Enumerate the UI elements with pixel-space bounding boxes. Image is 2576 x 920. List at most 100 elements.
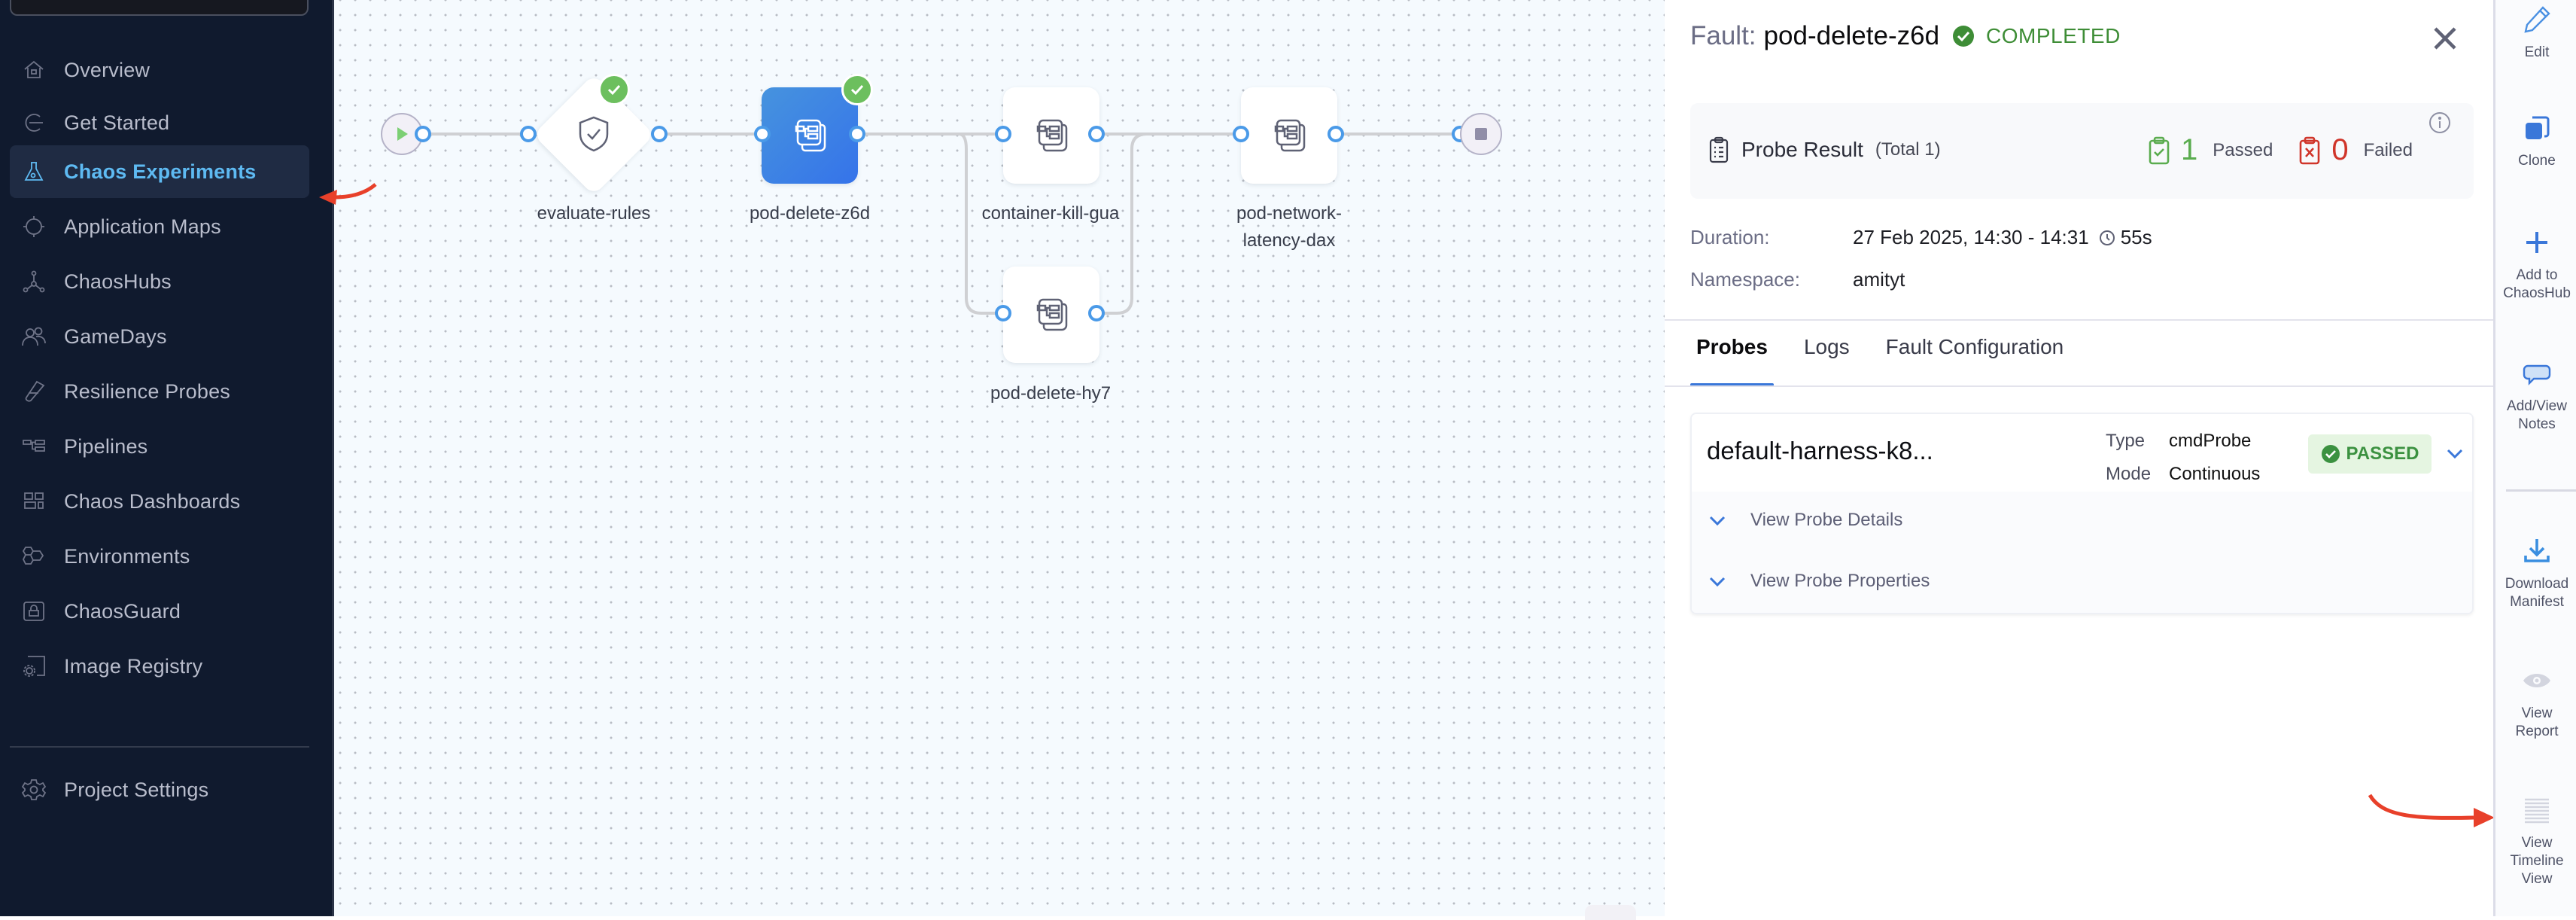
port[interactable] — [995, 305, 1011, 321]
clone-button[interactable]: Clone — [2495, 113, 2576, 170]
sidebar-item-overview[interactable]: Overview — [10, 44, 309, 96]
sidebar-item-image-registry[interactable]: Image Registry — [10, 640, 309, 693]
chevron-down-icon[interactable] — [2444, 443, 2465, 464]
pod-delete-hy7-node[interactable] — [1003, 267, 1099, 363]
edit-button[interactable]: Edit — [2495, 5, 2576, 62]
probe-mode-label: Mode — [2106, 464, 2152, 484]
sidebar-item-project-settings[interactable]: Project Settings — [10, 763, 309, 816]
canvas-control[interactable] — [1585, 905, 1636, 920]
clipboard-icon — [1709, 136, 1729, 163]
fault-icon — [795, 119, 826, 152]
tab-logs[interactable]: Logs — [1798, 335, 1856, 359]
node-label: pod-network- latency-dax — [1236, 203, 1343, 251]
check-icon — [607, 84, 621, 96]
completed-badge — [598, 74, 630, 105]
probe-type-label: Type — [2106, 431, 2146, 451]
clone-icon — [2526, 116, 2550, 139]
right-toolbar: Edit Clone Add to ChaosHub Add/View Note… — [2493, 0, 2576, 916]
eye-icon — [2523, 674, 2550, 687]
view-probe-details-toggle[interactable]: View Probe Details — [1707, 510, 1902, 531]
sidebar-item-label: Pipelines — [64, 434, 148, 458]
port[interactable] — [995, 126, 1011, 142]
namespace-row: Namespace: amityt — [1690, 268, 1905, 291]
close-icon[interactable] — [2432, 26, 2458, 51]
sidebar-item-label: Image Registry — [64, 654, 203, 678]
sidebar-item-label: Resilience Probes — [64, 379, 231, 403]
node-label: container-kill-gua — [981, 203, 1120, 224]
sidebar-item-resilience-probes[interactable]: Resilience Probes — [10, 365, 309, 418]
sidebar-item-environments[interactable]: Environments — [10, 530, 309, 583]
stop-icon — [1475, 128, 1487, 140]
port[interactable] — [849, 126, 865, 142]
fault-name: pod-delete-z6d — [1763, 21, 1940, 50]
annotation-arrow — [2368, 794, 2495, 827]
download-icon — [2524, 539, 2550, 562]
download-manifest-button[interactable]: Download Manifest — [2495, 536, 2576, 611]
port[interactable] — [415, 126, 431, 142]
probe-result-summary: Probe Result (Total 1) 1 Passed 0 Failed — [1690, 103, 2474, 199]
sidebar-item-pipelines[interactable]: Pipelines — [10, 420, 309, 473]
chevron-down-icon — [1709, 516, 1726, 526]
sidebar-item-chaosguard[interactable]: ChaosGuard — [10, 585, 309, 638]
divider — [1665, 385, 2493, 387]
play-icon — [397, 127, 408, 141]
status-badge: COMPLETED — [1986, 24, 2121, 47]
divider — [1665, 319, 2493, 321]
sidebar-item-label: Application Maps — [64, 215, 221, 238]
duration-row: Duration: 27 Feb 2025, 14:30 - 14:31 55s — [1690, 226, 2152, 249]
port[interactable] — [520, 126, 537, 142]
add-to-chaoshub-button[interactable]: Add to ChaosHub — [2495, 227, 2576, 303]
sidebar-item-application-maps[interactable]: Application Maps — [10, 200, 309, 253]
port[interactable] — [1233, 126, 1249, 142]
pod-delete-z6d-node[interactable] — [762, 87, 858, 184]
sidebar-item-gamedays[interactable]: GameDays — [10, 310, 309, 363]
probe-mode-value: Continuous — [2169, 464, 2261, 484]
end-node[interactable] — [1460, 113, 1502, 155]
pipeline-icon — [11, 434, 56, 458]
sidebar-item-label: Environments — [64, 544, 190, 568]
pod-network-latency-dax-node[interactable] — [1241, 87, 1337, 184]
sidebar-item-chaoshubs[interactable]: ChaosHubs — [10, 255, 309, 308]
port[interactable] — [754, 126, 771, 142]
check-icon — [850, 84, 864, 96]
toolbar-divider — [2506, 489, 2576, 492]
sidebar-item-get-started[interactable]: Get Started — [10, 96, 309, 149]
duration-value: 27 Feb 2025, 14:30 - 14:31 — [1853, 226, 2089, 248]
check-circle-icon — [2321, 445, 2340, 463]
sidebar-item-chaos-dashboards[interactable]: Chaos Dashboards — [10, 475, 309, 528]
sidebar-item-label: ChaosHubs — [64, 270, 172, 293]
tab-probes[interactable]: Probes — [1690, 335, 1774, 386]
comment-icon — [2523, 364, 2551, 385]
port[interactable] — [1088, 126, 1105, 142]
sidebar: Overview Get Started Chaos Experiments A… — [0, 0, 334, 916]
sidebar-item-label: ChaosGuard — [64, 599, 181, 623]
fault-icon — [1274, 119, 1306, 152]
view-timeline-view-button[interactable]: View Timeline View — [2495, 795, 2576, 888]
passed-label: Passed — [2213, 139, 2273, 160]
port[interactable] — [1328, 126, 1344, 142]
add-view-notes-button[interactable]: Add/View Notes — [2495, 358, 2576, 434]
probe-result-title: Probe Result — [1741, 138, 1863, 161]
plus-icon — [2526, 232, 2547, 253]
container-kill-gua-node[interactable] — [1003, 87, 1099, 184]
probe-card: default-harness-k8... Type cmdProbe Mode C… — [1690, 413, 2474, 614]
probe-name: default-harness-k8... — [1707, 437, 1933, 465]
home-icon — [11, 58, 56, 82]
port[interactable] — [1088, 305, 1105, 321]
timeline-icon — [2525, 798, 2549, 824]
view-report-button[interactable]: View Report — [2495, 666, 2576, 741]
experiment-canvas[interactable]: evaluate-rules pod-delete-z6d container-… — [319, 0, 1665, 920]
probe-type-value: cmdProbe — [2169, 431, 2252, 451]
panel-tabs: Probes Logs Fault Configuration — [1690, 335, 2094, 386]
duration-label: Duration: — [1690, 226, 1770, 248]
port[interactable] — [651, 126, 668, 142]
passed-count: 1 — [2181, 133, 2198, 166]
info-icon[interactable] — [2428, 111, 2452, 135]
sidebar-search-box[interactable] — [10, 0, 309, 16]
sidebar-item-chaos-experiments[interactable]: Chaos Experiments — [10, 145, 309, 198]
clock-icon — [2099, 230, 2115, 245]
tab-fault-configuration[interactable]: Fault Configuration — [1880, 335, 2070, 359]
view-probe-properties-toggle[interactable]: View Probe Properties — [1707, 571, 1930, 592]
sidebar-item-label: Project Settings — [64, 778, 209, 801]
completed-badge — [841, 74, 873, 105]
